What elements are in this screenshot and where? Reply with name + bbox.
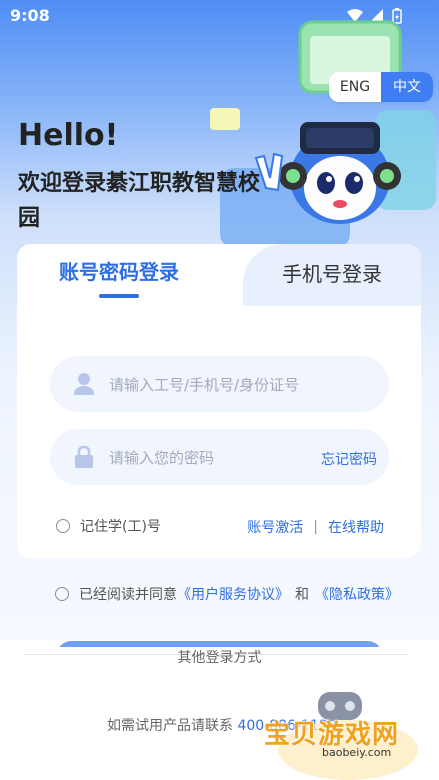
user-icon — [74, 373, 94, 395]
tab-account-login[interactable]: 账号密码登录 — [17, 256, 221, 285]
agreement-radio-icon[interactable] — [55, 587, 69, 601]
tab-active-indicator — [99, 294, 139, 298]
activate-account-link[interactable]: 账号激活 — [247, 517, 303, 537]
remember-radio-icon[interactable] — [56, 519, 70, 533]
account-input-placeholder[interactable]: 请输入工号/手机号/身份证号 — [109, 374, 299, 395]
link-separator: | — [313, 519, 318, 535]
password-input-placeholder[interactable]: 请输入您的密码 — [109, 447, 214, 468]
account-links: 账号激活 | 在线帮助 — [247, 517, 384, 537]
tab-phone-login[interactable]: 手机号登录 — [243, 258, 421, 287]
agreement-prefix: 已经阅读并同意 — [79, 587, 177, 603]
privacy-policy-link[interactable]: 《隐私政策》 — [315, 584, 399, 604]
trial-prefix: 如需试用产品请联系 — [107, 718, 233, 734]
account-field[interactable]: 请输入工号/手机号/身份证号 — [50, 356, 389, 412]
lock-icon — [75, 445, 93, 468]
agreement-row: 已经阅读并同意 《用户服务协议》 和 《隐私政策》 — [55, 584, 399, 604]
hello-heading: Hello! — [18, 118, 119, 153]
password-field[interactable]: 请输入您的密码 忘记密码 — [50, 429, 389, 485]
welcome-title: 欢迎登录綦江职教智慧校园 — [18, 171, 261, 231]
watermark-url: baobeiy.com — [322, 746, 392, 759]
status-time: 9:08 — [10, 6, 50, 25]
remember-checkbox[interactable]: 记住学(工)号 — [56, 516, 161, 536]
user-agreement-link[interactable]: 《用户服务协议》 — [177, 584, 289, 604]
remember-label: 记住学(工)号 — [80, 519, 161, 535]
online-help-link[interactable]: 在线帮助 — [328, 517, 384, 537]
agreement-and: 和 — [295, 587, 309, 603]
lang-eng-button[interactable]: ENG — [329, 72, 381, 102]
lang-chinese-button[interactable]: 中文 — [381, 72, 433, 102]
other-login-label[interactable]: 其他登录方式 — [0, 647, 439, 667]
login-card: 账号密码登录 手机号登录 请输入工号/手机号/身份证号 请输入您的密码 忘记密码… — [17, 244, 421, 558]
forgot-password-link[interactable]: 忘记密码 — [321, 449, 377, 469]
language-switch[interactable]: ENG 中文 — [329, 72, 433, 102]
